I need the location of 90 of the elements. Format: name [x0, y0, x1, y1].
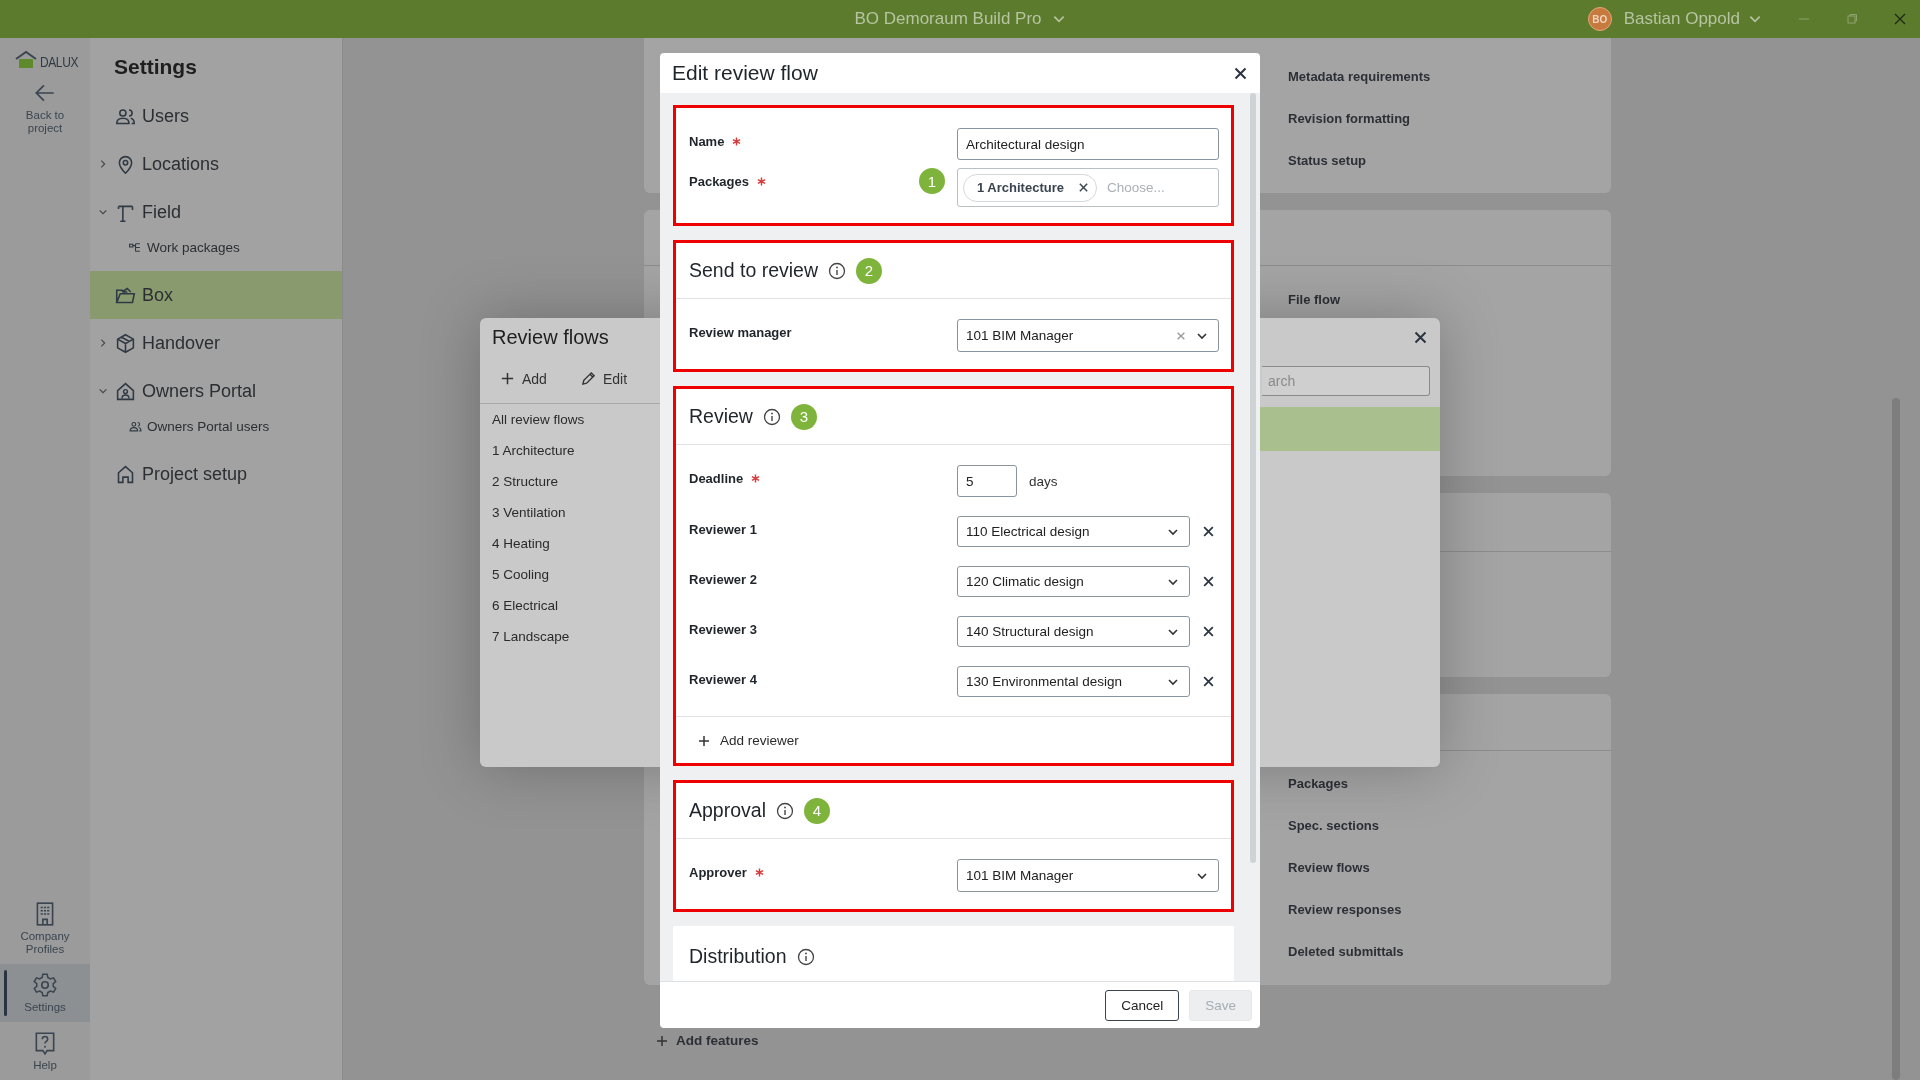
review-flow-item[interactable]: 6 Electrical: [480, 590, 559, 621]
chevron-down-icon[interactable]: [97, 207, 108, 217]
field-label: Reviewer 2: [689, 572, 757, 587]
maximize-icon[interactable]: [1846, 13, 1858, 25]
review-flow-item[interactable]: 7 Landscape: [480, 621, 570, 652]
handover-icon: [115, 332, 136, 354]
field-label: Name: [689, 134, 725, 149]
field-label: Deadline: [689, 471, 744, 486]
deadline-field[interactable]: 5: [957, 465, 1017, 497]
settings-link[interactable]: Deleted submittals: [1288, 931, 1404, 973]
menu-item[interactable]: Box: [90, 271, 342, 319]
review-flow-item[interactable]: 1 Architecture: [480, 435, 575, 466]
chevron-down-icon[interactable]: [97, 386, 108, 396]
house-logo-icon: [14, 50, 38, 70]
dropdown[interactable]: 140 Structural design: [957, 616, 1190, 647]
section-title: Approval: [689, 799, 766, 822]
step-number: 1: [919, 168, 945, 194]
settings-link[interactable]: Revision formatting: [1288, 98, 1411, 140]
menu-item[interactable]: Locations: [90, 140, 342, 188]
clear-icon[interactable]: [1176, 330, 1186, 341]
plus-icon: [656, 1034, 668, 1047]
settings-link[interactable]: Packages: [1288, 763, 1348, 805]
add-features-button[interactable]: Add features: [656, 1033, 759, 1048]
review-flow-item[interactable]: All review flows: [480, 404, 585, 435]
remove-icon[interactable]: [1202, 525, 1215, 538]
menu-title: Settings: [113, 54, 198, 80]
step-number: 2: [856, 257, 882, 284]
section-title: Send to review: [689, 259, 818, 282]
settings-link[interactable]: Metadata requirements: [1288, 56, 1431, 98]
rail-item[interactable]: Settings: [0, 964, 90, 1022]
dropdown[interactable]: 120 Climatic design: [957, 566, 1190, 597]
remove-icon[interactable]: [1077, 182, 1089, 193]
pencil-icon: [580, 371, 596, 386]
settings-link[interactable]: Spec. sections: [1288, 805, 1380, 847]
field-label: Review manager: [689, 325, 792, 340]
review-flow-item[interactable]: 5 Cooling: [480, 559, 550, 590]
close-icon[interactable]: [1233, 65, 1248, 81]
scrollbar[interactable]: [1250, 93, 1256, 863]
remove-icon[interactable]: [1202, 675, 1215, 688]
logo-text: DALUX: [40, 53, 79, 70]
info-icon[interactable]: [762, 407, 781, 426]
field-label: Reviewer 4: [689, 672, 757, 687]
remove-icon[interactable]: [1202, 575, 1215, 588]
back-button[interactable]: Back to project: [0, 70, 90, 143]
field-label: Approver: [689, 865, 747, 880]
remove-icon[interactable]: [1202, 625, 1215, 638]
field-label: Reviewer 1: [689, 522, 757, 537]
info-icon[interactable]: [775, 801, 794, 820]
portal-icon: [115, 380, 136, 402]
dropdown[interactable]: 110 Electrical design: [957, 516, 1190, 547]
plus-icon: [698, 734, 710, 747]
settings-icon: [32, 972, 58, 998]
rail-item[interactable]: Help: [0, 1022, 90, 1080]
menu-item[interactable]: Project setup: [90, 450, 342, 498]
rail-item[interactable]: Company Profiles: [0, 893, 90, 964]
dropdown[interactable]: 130 Environmental design: [957, 666, 1190, 697]
info-icon[interactable]: [796, 947, 815, 966]
review-flow-item[interactable]: 3 Ventilation: [480, 497, 566, 528]
dialog-title: Edit review flow: [672, 61, 818, 85]
settings-link[interactable]: File flow: [1288, 286, 1340, 314]
menu-item[interactable]: Handover: [90, 319, 342, 367]
settings-link[interactable]: Review flows: [1288, 847, 1370, 889]
dialog-button[interactable]: Cancel: [1105, 989, 1180, 1021]
review-flow-item[interactable]: 2 Structure: [480, 466, 559, 497]
users-icon: [128, 420, 143, 433]
edit-button[interactable]: Edit: [580, 370, 628, 387]
dialog-title: Review flows: [492, 326, 609, 350]
field-label: Reviewer 3: [689, 622, 757, 637]
add-button[interactable]: Add: [500, 370, 547, 387]
step-number: 4: [803, 797, 830, 824]
field-label: Packages: [689, 173, 749, 189]
dropdown[interactable]: 101 BIM Manager: [957, 319, 1219, 352]
info-icon[interactable]: [828, 261, 846, 280]
dropdown[interactable]: 101 BIM Manager: [957, 859, 1219, 892]
section-title: Review: [689, 405, 753, 428]
unit-label: days: [1029, 473, 1058, 489]
settings-link[interactable]: Status setup: [1288, 140, 1366, 182]
search-field[interactable]: arch: [1262, 366, 1430, 396]
home-icon: [115, 463, 136, 485]
plus-icon: [500, 371, 515, 386]
section-title: Distribution: [689, 945, 787, 968]
close-icon[interactable]: [1413, 330, 1428, 345]
settings-link[interactable]: Review responses: [1288, 889, 1402, 931]
name-field[interactable]: Architectural design: [957, 128, 1219, 160]
review-flow-item[interactable]: 4 Heating: [480, 528, 550, 559]
packages-icon: [128, 241, 143, 254]
menu-item[interactable]: Users: [90, 92, 342, 140]
step-number: 3: [790, 403, 817, 430]
add-reviewer-button[interactable]: Add reviewer: [676, 717, 799, 763]
packages-field[interactable]: 1 Architecture Choose...: [957, 168, 1219, 207]
